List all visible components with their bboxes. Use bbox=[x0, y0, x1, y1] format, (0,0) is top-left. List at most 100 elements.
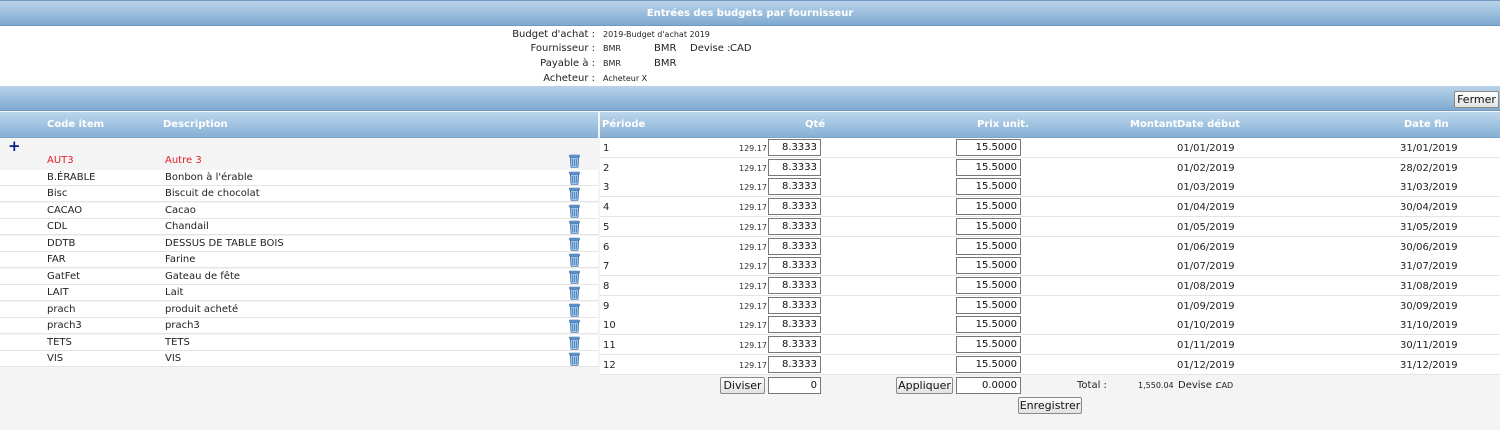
date-debut-value: 01/08/2019 bbox=[1177, 280, 1235, 292]
item-description: Cacao bbox=[165, 204, 196, 216]
item-row[interactable]: DDTB DESSUS DE TABLE BOIS bbox=[0, 235, 598, 252]
prix-input[interactable]: 15.5000 bbox=[956, 139, 1021, 156]
trash-icon[interactable] bbox=[569, 352, 580, 366]
date-debut-header: Date début bbox=[1177, 119, 1241, 130]
period-number: 3 bbox=[603, 182, 610, 194]
trash-icon[interactable] bbox=[569, 220, 580, 234]
period-row: 6 8.3333 15.5000 129.17 01/06/2019 30/06/2019 bbox=[600, 236, 1500, 257]
qte-input[interactable]: 8.3333 bbox=[768, 316, 821, 334]
payable-row: Payable à : BMR BMR bbox=[0, 57, 1500, 71]
trash-icon[interactable] bbox=[569, 154, 580, 168]
montant-value: 129.17 bbox=[739, 144, 767, 153]
date-debut-value: 01/03/2019 bbox=[1177, 182, 1235, 194]
item-row[interactable]: FAR Farine bbox=[0, 252, 598, 268]
toolbar-bar bbox=[0, 86, 1500, 111]
item-description: produit acheté bbox=[165, 303, 239, 315]
devise-value: CAD bbox=[730, 43, 752, 54]
prix-input[interactable]: 15.5000 bbox=[956, 296, 1021, 314]
item-description: DESSUS DE TABLE BOIS bbox=[165, 237, 284, 249]
item-row[interactable]: Bisc Biscuit de chocolat bbox=[0, 186, 598, 202]
period-row: 12 8.3333 15.5000 129.17 01/12/2019 31/12/201… bbox=[600, 354, 1500, 375]
total-label: Total : bbox=[1077, 380, 1107, 391]
item-row[interactable]: B.ÉRABLE Bonbon à l'érable bbox=[0, 169, 598, 186]
date-fin-value: 31/10/2019 bbox=[1400, 320, 1458, 332]
item-description: Autre 3 bbox=[165, 155, 202, 166]
trash-icon[interactable] bbox=[569, 237, 580, 251]
payable-label: Payable à : bbox=[540, 58, 595, 69]
trash-icon[interactable] bbox=[569, 270, 580, 284]
date-fin-value: 31/08/2019 bbox=[1400, 280, 1458, 292]
item-row[interactable]: prach produit acheté bbox=[0, 301, 598, 318]
prix-input[interactable]: 15.5000 bbox=[956, 276, 1021, 294]
qte-input[interactable]: 8.3333 bbox=[768, 158, 821, 176]
item-row[interactable]: AUT3 Autre 3 bbox=[0, 153, 598, 169]
period-row: 3 8.3333 15.5000 129.17 01/03/2019 31/03/2019 bbox=[600, 177, 1500, 198]
qte-input[interactable]: 8.3333 bbox=[768, 198, 821, 216]
periode-header: Période bbox=[602, 119, 646, 130]
qte-input[interactable]: 8.3333 bbox=[768, 336, 821, 353]
date-debut-value: 01/02/2019 bbox=[1177, 162, 1235, 174]
period-number: 5 bbox=[603, 221, 610, 233]
qte-input[interactable]: 8.3333 bbox=[768, 355, 821, 373]
appliquer-button[interactable]: Appliquer bbox=[896, 377, 953, 394]
montant-value: 129.17 bbox=[739, 341, 767, 350]
qte-input[interactable]: 8.3333 bbox=[768, 178, 821, 196]
devise-label: Devise : bbox=[690, 43, 731, 54]
item-row[interactable]: GatFet Gateau de fête bbox=[0, 268, 598, 285]
item-row[interactable]: CDL Chandail bbox=[0, 219, 598, 235]
date-debut-value: 01/06/2019 bbox=[1177, 241, 1235, 253]
period-number: 4 bbox=[603, 202, 610, 214]
trash-icon[interactable] bbox=[569, 319, 580, 333]
periods-header: Période Qté Prix unit. Montant Date débu… bbox=[600, 112, 1500, 138]
fournisseur-label: Fournisseur : bbox=[530, 43, 595, 54]
qte-input[interactable]: 8.3333 bbox=[768, 139, 821, 156]
plus-icon[interactable]: + bbox=[8, 139, 21, 154]
montant-value: 129.17 bbox=[739, 281, 767, 291]
item-row[interactable]: LAIT Lait bbox=[0, 285, 598, 301]
acheteur-value: Acheteur X bbox=[603, 74, 648, 83]
date-debut-value: 01/05/2019 bbox=[1177, 221, 1235, 233]
period-number: 1 bbox=[603, 143, 610, 154]
trash-icon[interactable] bbox=[569, 253, 580, 267]
period-number: 7 bbox=[603, 261, 610, 273]
diviser-input[interactable]: 0 bbox=[768, 377, 821, 394]
appliquer-input[interactable]: 0.0000 bbox=[956, 377, 1021, 394]
prix-input[interactable]: 15.5000 bbox=[956, 316, 1021, 334]
qte-input[interactable]: 8.3333 bbox=[768, 217, 821, 235]
item-code: LAIT bbox=[47, 287, 69, 298]
item-row[interactable]: prach3 prach3 bbox=[0, 318, 598, 334]
trash-icon[interactable] bbox=[569, 303, 580, 317]
enregistrer-button[interactable]: Enregistrer bbox=[1018, 397, 1082, 414]
qte-input[interactable]: 8.3333 bbox=[768, 276, 821, 294]
fermer-button[interactable]: Fermer bbox=[1454, 91, 1499, 108]
period-row: 5 8.3333 15.5000 129.17 01/05/2019 31/05/2019 bbox=[600, 216, 1500, 237]
item-row[interactable]: VIS VIS bbox=[0, 351, 598, 367]
prix-input[interactable]: 15.5000 bbox=[956, 217, 1021, 235]
trash-icon[interactable] bbox=[569, 286, 580, 300]
qte-input[interactable]: 8.3333 bbox=[768, 257, 821, 275]
prix-input[interactable]: 15.5000 bbox=[956, 355, 1021, 373]
montant-value: 129.17 bbox=[739, 163, 767, 173]
period-row: 10 8.3333 15.5000 129.17 01/10/2019 31/10/201… bbox=[600, 315, 1500, 336]
prix-input[interactable]: 15.5000 bbox=[956, 178, 1021, 196]
qte-input[interactable]: 8.3333 bbox=[768, 237, 821, 255]
prix-input[interactable]: 15.5000 bbox=[956, 237, 1021, 255]
qte-input[interactable]: 8.3333 bbox=[768, 296, 821, 314]
item-row[interactable]: CACAO Cacao bbox=[0, 202, 598, 219]
period-row: 2 8.3333 15.5000 129.17 01/02/2019 28/02/2019 bbox=[600, 157, 1500, 178]
item-code: CACAO bbox=[47, 204, 83, 216]
diviser-button[interactable]: Diviser bbox=[720, 377, 765, 394]
prix-input[interactable]: 15.5000 bbox=[956, 158, 1021, 176]
date-debut-value: 01/12/2019 bbox=[1177, 359, 1235, 371]
date-debut-value: 01/04/2019 bbox=[1177, 202, 1235, 214]
item-description: Chandail bbox=[165, 221, 209, 232]
trash-icon[interactable] bbox=[569, 187, 580, 201]
prix-input[interactable]: 15.5000 bbox=[956, 336, 1021, 353]
date-fin-value: 31/05/2019 bbox=[1400, 221, 1458, 233]
prix-input[interactable]: 15.5000 bbox=[956, 257, 1021, 275]
prix-input[interactable]: 15.5000 bbox=[956, 198, 1021, 216]
trash-icon[interactable] bbox=[569, 204, 580, 218]
trash-icon[interactable] bbox=[569, 336, 580, 350]
trash-icon[interactable] bbox=[569, 171, 580, 185]
item-row[interactable]: TETS TETS bbox=[0, 334, 598, 351]
